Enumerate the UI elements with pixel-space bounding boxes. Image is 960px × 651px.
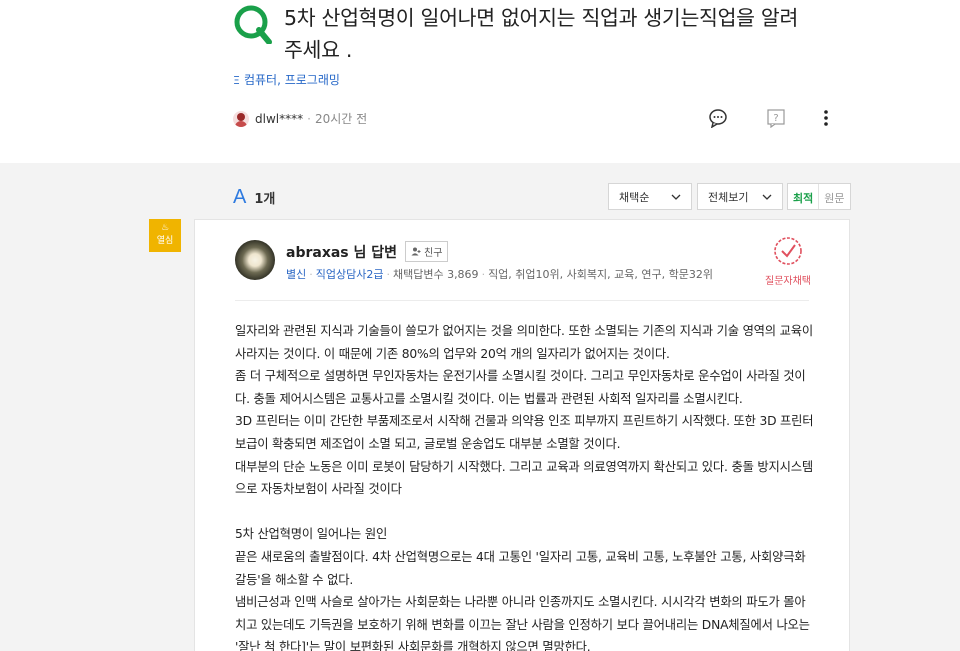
answers-header: A 1개 xyxy=(233,186,275,209)
answer-card: abraxas 님 답변 친구 별신 · 직업상담사2급 · 채택답변수 3,869 · 직… xyxy=(194,219,850,651)
answer-line: 치고 있는데도 기득권을 보호하기 위해 변화를 이끄는 잘난 사람을 인정하기… xyxy=(235,617,810,632)
add-friend-label: 친구 xyxy=(424,248,443,259)
answerer-title[interactable]: 직업상담사2급 xyxy=(316,268,384,281)
question-title-line1: 5차 산업혁명이 일어나면 없어지는 직업과 생기는직업을 알려 xyxy=(284,6,799,30)
answer-a-icon: A xyxy=(233,186,247,208)
tab-best[interactable]: 최적 xyxy=(788,184,818,209)
author-avatar[interactable] xyxy=(233,110,249,127)
answerer-header: abraxas 님 답변 친구 xyxy=(286,241,449,262)
sort-select[interactable]: 채택순 xyxy=(608,183,692,210)
question-category[interactable]: Ξ 컴퓨터, 프로그래밍 xyxy=(233,71,340,88)
divider xyxy=(235,300,809,301)
view-select-value: 전체보기 xyxy=(708,190,749,204)
answer-line: 5차 산업혁명이 일어나는 원인 xyxy=(235,527,388,542)
category-label: 컴퓨터, 프로그래밍 xyxy=(243,73,340,87)
meta-separator: · xyxy=(307,111,311,126)
answer-line: 끝은 새로움의 출발점이다. 4차 산업혁명으로는 4대 고통인 '일자리 고통… xyxy=(235,549,806,564)
q-logo-icon xyxy=(234,5,272,44)
answerer-avatar[interactable] xyxy=(235,240,275,280)
chevron-down-icon xyxy=(671,194,681,200)
chevron-down-icon xyxy=(762,194,772,200)
question-time: 20시간 전 xyxy=(314,112,368,126)
question-title: 5차 산업혁명이 일어나면 없어지는 직업과 생기는직업을 알려 주세요 . xyxy=(284,2,844,66)
questioner-chosen-badge: 질문자채택 xyxy=(761,236,815,287)
question-meta: dlwl**** · 20시간 전 xyxy=(233,110,367,127)
meta-separator: · xyxy=(481,268,486,281)
flame-icon: ♨ xyxy=(160,223,170,233)
add-friend-button[interactable]: 친구 xyxy=(405,241,449,262)
status-badge: ♨ 열심 xyxy=(149,219,181,252)
svg-text:?: ? xyxy=(773,113,778,124)
answer-count: 1개 xyxy=(254,192,276,207)
view-select[interactable]: 전체보기 xyxy=(697,183,783,210)
translation-toggle: 최적 원문 xyxy=(787,183,851,210)
answer-line: 일자리와 관련된 지식과 기술들이 쓸모가 없어지는 것을 의미한다. 또한 소… xyxy=(235,324,813,338)
question-actions: ? xyxy=(708,108,836,128)
answer-line: '잘난 척 한다]'는 말이 보편화된 사회문화를 개혁하지 않으면 멸망한다. xyxy=(235,640,591,651)
answer-line: 으로 자동차보험이 사라질 것이다 xyxy=(235,482,402,497)
category-icon: Ξ xyxy=(233,74,240,87)
question-title-line2: 주세요 . xyxy=(284,38,353,62)
answerer-name[interactable]: abraxas 님 답변 xyxy=(286,242,397,262)
sort-select-value: 채택순 xyxy=(619,190,650,204)
answer-line: 대부분의 단순 노동은 이미 로봇이 담당하기 시작했다. 그리고 교육과 의료… xyxy=(235,459,813,474)
author-name[interactable]: dlwl**** xyxy=(255,112,303,126)
comment-icon[interactable] xyxy=(708,108,728,128)
meta-separator: · xyxy=(386,268,390,281)
answer-body: 일자리와 관련된 지식과 기술들이 쓸모가 없어지는 것을 의미한다. 또한 소… xyxy=(235,320,815,651)
answer-line: 다. 충돌 제어시스템은 교통사고를 소멸시킬 것이다. 이는 법률과 관련된 … xyxy=(235,391,743,406)
meta-separator: · xyxy=(309,268,313,281)
answer-line xyxy=(235,501,815,524)
answerer-details: 별신 · 직업상담사2급 · 채택답변수 3,869 · 직업, 취업10위, 사회복지, … xyxy=(286,266,713,282)
answer-line: 보급이 확충되면 제조업이 소멸 되고, 글로벌 운송업도 대부분 소멸할 것이… xyxy=(235,436,621,451)
answer-line: 좀 더 구체적으로 설명하면 무인자동차는 운전기사를 소멸시킬 것이다. 그리… xyxy=(235,369,806,384)
chosen-check-icon xyxy=(774,237,802,265)
answer-line: 냄비근성과 인맥 사슬로 살아가는 사회문화는 나라뿐 아니라 인종까지도 소멸… xyxy=(235,595,806,610)
badge-label: 열심 xyxy=(156,236,174,246)
chosen-label: 질문자채택 xyxy=(765,276,811,287)
report-icon[interactable]: ? xyxy=(766,108,786,128)
answerer-fields: 직업, 취업10위, 사회복지, 교육, 연구, 학문32위 xyxy=(488,268,713,281)
answer-line: 갈등'을 해소할 수 없다. xyxy=(235,572,354,587)
more-icon[interactable] xyxy=(816,108,836,128)
person-add-icon xyxy=(411,247,421,256)
question-section: 5차 산업혁명이 일어나면 없어지는 직업과 생기는직업을 알려 주세요 . Ξ… xyxy=(0,0,960,163)
answer-line: 사라지는 것이다. 이 때문에 기존 80%의 업무와 20억 개의 일자리가 … xyxy=(235,346,670,361)
answerer-adopted: 채택답변수 3,869 xyxy=(392,268,479,281)
tab-original[interactable]: 원문 xyxy=(818,184,849,209)
answer-line: 3D 프린터는 이미 간단한 부품제조로서 시작해 건물과 의약용 인조 피부까… xyxy=(235,414,814,429)
answerer-rank[interactable]: 별신 xyxy=(286,268,306,281)
